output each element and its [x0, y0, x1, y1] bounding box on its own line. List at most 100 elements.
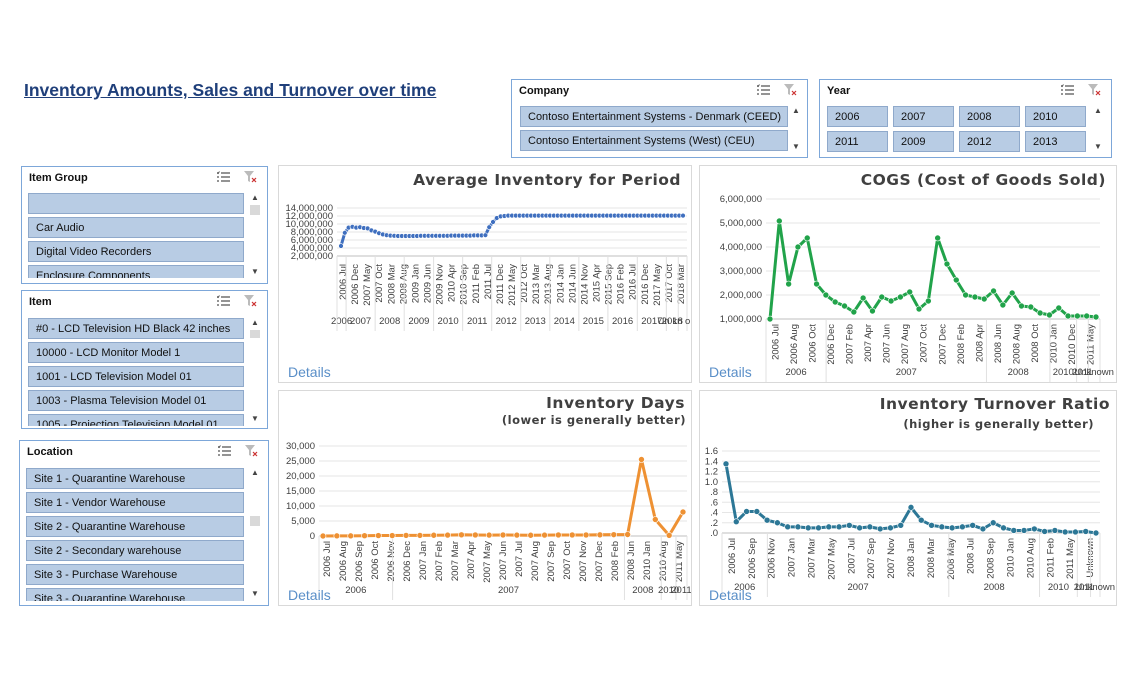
item-group-scrollbar[interactable]: ▲ ▼ — [249, 193, 261, 277]
x-tick-label: 2011 Jul — [483, 264, 494, 299]
scroll-up-icon[interactable]: ▲ — [249, 468, 261, 478]
scroll-up-icon[interactable]: ▲ — [1092, 106, 1104, 116]
y-tick-label: 3,000,000 — [720, 266, 762, 277]
item-tile-0[interactable]: #0 - LCD Television HD Black 42 inches — [28, 318, 244, 339]
company-scrollbar[interactable]: ▲ ▼ — [790, 106, 802, 152]
y-tick-label: 5,000 — [291, 516, 315, 527]
x-tick-label: 2006 Aug — [338, 541, 349, 581]
year-label: Unknown — [1075, 582, 1115, 593]
item-group-tile-blank[interactable] — [28, 193, 244, 214]
location-scrollbar[interactable]: ▲ ▼ — [249, 468, 261, 599]
x-tick-label: 2010 Apr — [447, 264, 458, 302]
item-group-tile-dvr[interactable]: Digital Video Recorders — [28, 241, 244, 262]
x-tick-label: 2007 Jun — [882, 324, 893, 363]
item-tile-10000[interactable]: 10000 - LCD Monitor Model 1 — [28, 342, 244, 363]
item-tile-1001[interactable]: 1001 - LCD Television Model 01 — [28, 366, 244, 387]
scroll-thumb[interactable] — [250, 330, 260, 338]
year-tile-2006[interactable]: 2006 — [827, 106, 888, 127]
data-point — [1061, 528, 1069, 536]
company-tile-ceu[interactable]: Contoso Entertainment Systems (West) (CE… — [520, 130, 788, 151]
scroll-down-icon[interactable]: ▼ — [249, 414, 261, 424]
x-tick-label: 2006 Jul — [322, 541, 333, 577]
multi-select-icon[interactable] — [757, 84, 770, 96]
location-tile-site3-purchase[interactable]: Site 3 - Purchase Warehouse — [26, 564, 244, 585]
location-tile-site2-quarantine[interactable]: Site 2 - Quarantine Warehouse — [26, 516, 244, 537]
clear-filter-icon[interactable] — [1088, 84, 1101, 96]
x-tick-label: 2007 Aug — [900, 324, 911, 364]
company-tile-ceed[interactable]: Contoso Entertainment Systems - Denmark … — [520, 106, 788, 127]
x-tick-label: 2006 Oct — [807, 324, 818, 363]
data-point — [638, 456, 645, 463]
x-tick-label: 2007 Aug — [530, 541, 541, 581]
location-tile-site2-secondary[interactable]: Site 2 - Secondary warehouse — [26, 540, 244, 561]
scroll-up-icon[interactable]: ▲ — [790, 106, 802, 116]
multi-select-icon[interactable] — [1061, 84, 1074, 96]
item-tile-1003[interactable]: 1003 - Plasma Television Model 01 — [28, 390, 244, 411]
clear-filter-icon[interactable] — [244, 171, 257, 183]
y-tick-label: .4 — [710, 508, 718, 519]
clear-filter-icon[interactable] — [784, 84, 797, 96]
details-link[interactable]: Details — [288, 364, 331, 380]
scroll-thumb[interactable] — [250, 516, 260, 526]
data-point — [527, 531, 534, 539]
multi-select-icon[interactable] — [217, 295, 230, 307]
year-tile-2012[interactable]: 2012 — [959, 131, 1020, 152]
location-tile-site1-quarantine[interactable]: Site 1 - Quarantine Warehouse — [26, 468, 244, 489]
x-tick-label: 2008 Feb — [956, 324, 967, 364]
scroll-thumb[interactable] — [250, 205, 260, 215]
year-label: 2016 — [612, 316, 633, 327]
scroll-up-icon[interactable]: ▲ — [249, 318, 261, 328]
year-scrollbar[interactable]: ▲ ▼ — [1092, 106, 1104, 152]
x-tick-label: 2010 Aug — [658, 541, 669, 581]
x-tick-label: 2008 Mar — [926, 538, 937, 578]
item-slicer-header: Item — [29, 296, 52, 308]
scroll-up-icon[interactable]: ▲ — [249, 193, 261, 203]
data-point — [555, 531, 562, 539]
year-tile-2011[interactable]: 2011 — [827, 131, 888, 152]
data-point — [887, 524, 894, 532]
x-tick-label: 2006 Nov — [767, 538, 778, 579]
year-tile-2007[interactable]: 2007 — [893, 106, 954, 127]
y-tick-label: 1.0 — [705, 477, 718, 488]
data-point — [458, 531, 465, 539]
scroll-down-icon[interactable]: ▼ — [249, 589, 261, 599]
year-label: 2006 — [785, 367, 806, 378]
clear-filter-icon[interactable] — [245, 445, 258, 457]
data-point — [722, 460, 730, 468]
year-tile-2008[interactable]: 2008 — [959, 106, 1020, 127]
item-scrollbar[interactable]: ▲ ▼ — [249, 318, 261, 424]
multi-select-icon[interactable] — [218, 445, 231, 457]
series-line — [322, 458, 685, 538]
multi-select-icon[interactable] — [217, 171, 230, 183]
item-tile-1005[interactable]: 1005 - Projection Television Model 01 — [28, 414, 244, 426]
location-tile-site1-vendor[interactable]: Site 1 - Vendor Warehouse — [26, 492, 244, 513]
year-label: 2006 — [331, 316, 352, 327]
data-point — [917, 516, 925, 524]
x-tick-label: 2009 Nov — [435, 264, 446, 305]
scroll-down-icon[interactable]: ▼ — [1092, 142, 1104, 152]
year-tile-2010[interactable]: 2010 — [1025, 106, 1086, 127]
details-link[interactable]: Details — [709, 364, 752, 380]
x-tick-label: 2008 Oct — [1030, 324, 1041, 363]
x-tick-label: 2006 Dec — [350, 264, 361, 305]
data-point — [1036, 309, 1044, 317]
x-tick-label: 2006 Nov — [386, 541, 397, 582]
year-slicer: Year 2006 2007 2008 2010 2011 2009 2012 … — [819, 79, 1112, 158]
year-tile-2009[interactable]: 2009 — [893, 131, 954, 152]
y-tick-label: 1.2 — [705, 467, 718, 478]
year-label: 2015 — [583, 316, 604, 327]
scroll-down-icon[interactable]: ▼ — [790, 142, 802, 152]
year-tile-2013[interactable]: 2013 — [1025, 131, 1086, 152]
data-point — [971, 293, 979, 301]
item-group-tile-enclosure[interactable]: Enclosure Components — [28, 265, 244, 278]
details-link[interactable]: Details — [288, 587, 331, 603]
x-tick-label: 2009 Jun — [423, 264, 434, 303]
clear-filter-icon[interactable] — [244, 295, 257, 307]
scroll-down-icon[interactable]: ▼ — [249, 267, 261, 277]
year-label: 2008 — [379, 316, 400, 327]
details-link[interactable]: Details — [709, 587, 752, 603]
item-group-tile-car-audio[interactable]: Car Audio — [28, 217, 244, 238]
y-tick-label: 15,000 — [286, 486, 315, 497]
avg-inventory-svg: 2,000,0004,000,0006,000,0008,000,00010,0… — [285, 203, 691, 331]
location-tile-site3-quarantine[interactable]: Site 3 - Quarantine Warehouse — [26, 588, 244, 601]
